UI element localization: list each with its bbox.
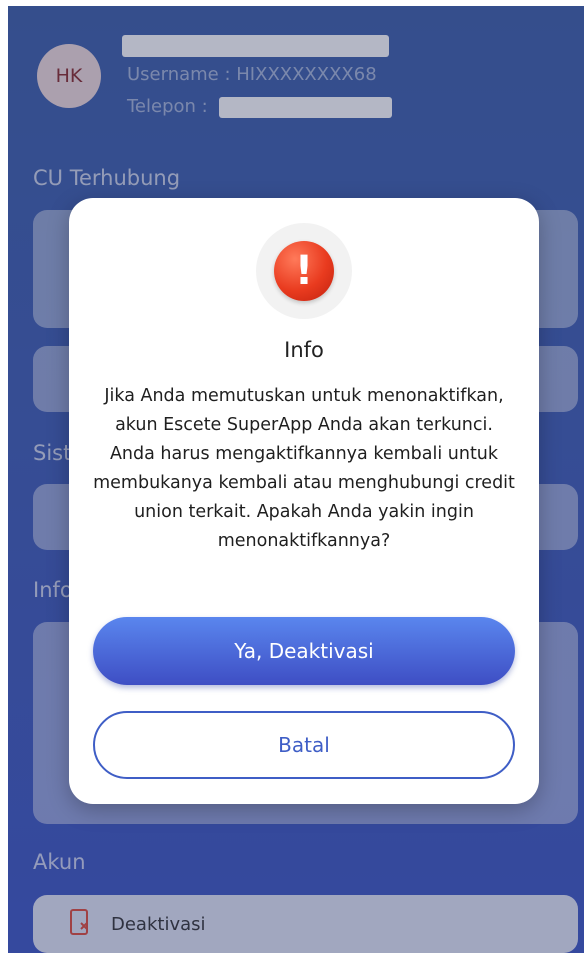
- info-dialog: ! Info Jika Anda memutuskan untuk menona…: [69, 198, 539, 804]
- dialog-message: Jika Anda memutuskan untuk menonaktifkan…: [93, 386, 515, 551]
- dialog-title: Info: [284, 338, 324, 362]
- confirm-deactivate-button[interactable]: Ya, Deaktivasi: [93, 617, 515, 685]
- alert-icon: !: [274, 241, 334, 301]
- cancel-button[interactable]: Batal: [93, 711, 515, 779]
- alert-icon-container: !: [256, 223, 352, 319]
